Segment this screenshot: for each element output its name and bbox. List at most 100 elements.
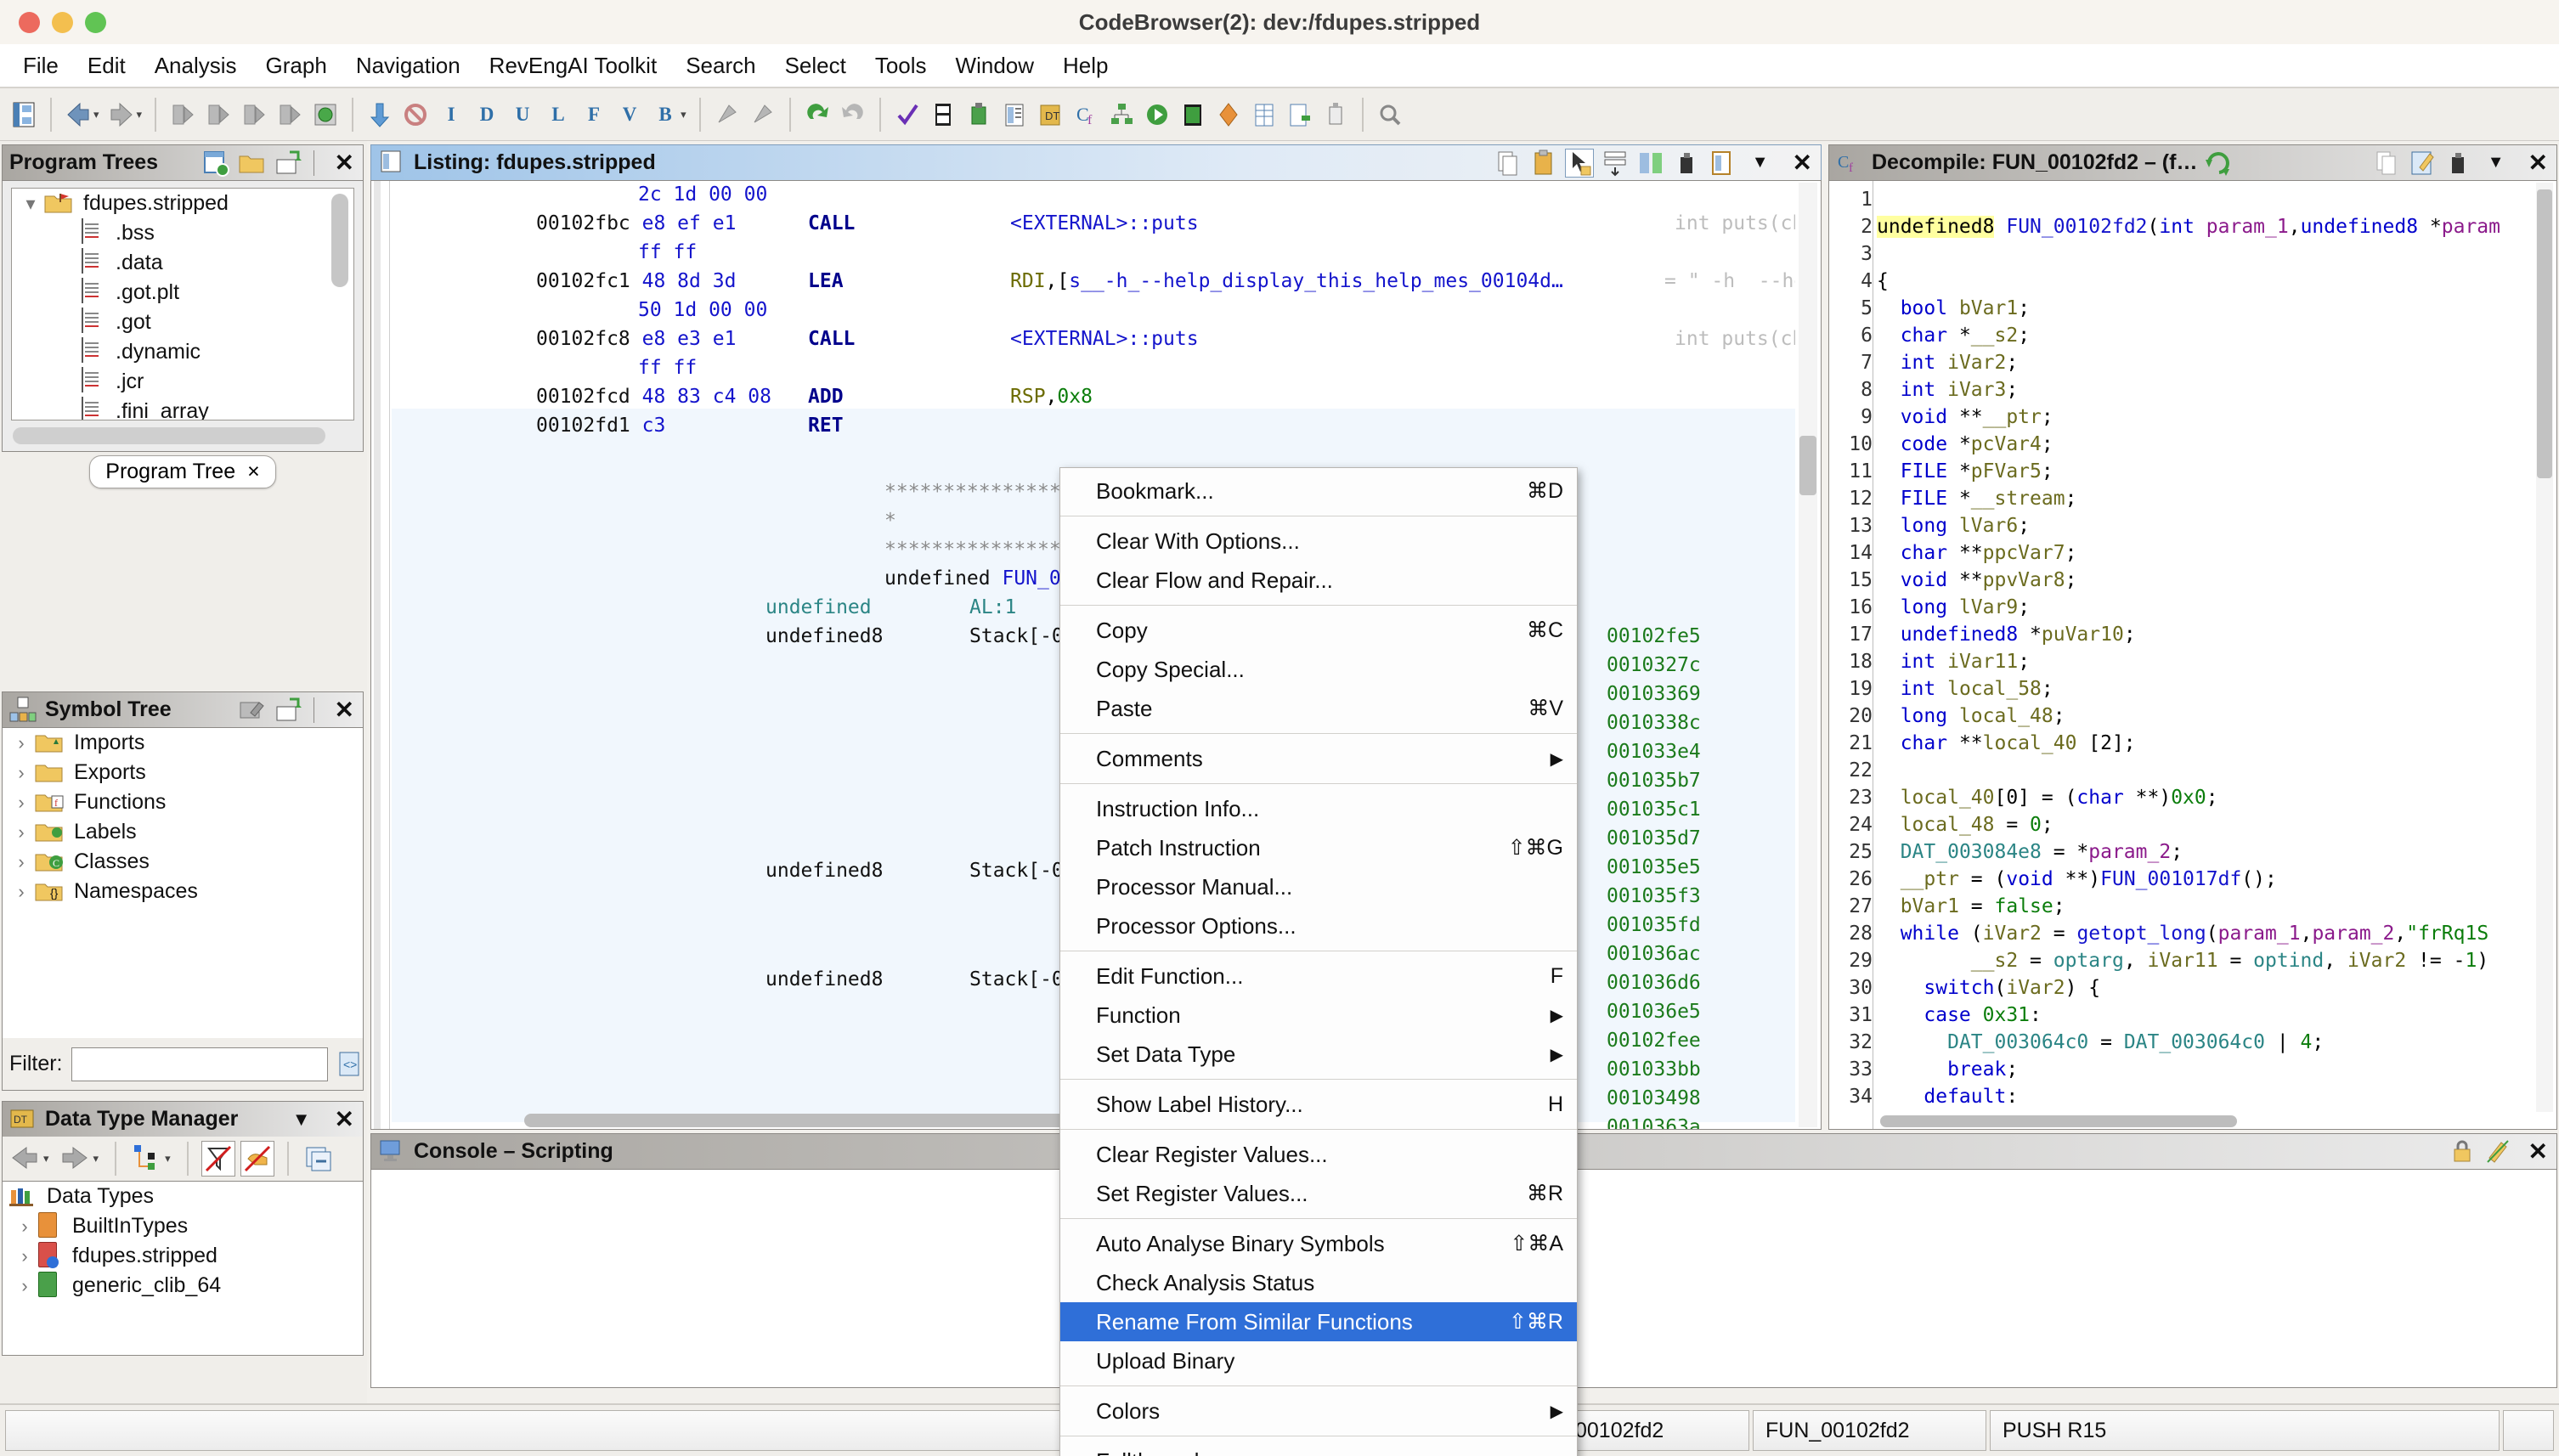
forward-arrow-icon[interactable]: [105, 97, 138, 133]
menu-item-bookmark[interactable]: Bookmark... ⌘D: [1060, 471, 1577, 511]
save-icon[interactable]: [7, 97, 41, 133]
menu-item-upload-binary[interactable]: Upload Binary: [1060, 1341, 1577, 1380]
open-folder-icon[interactable]: [237, 149, 266, 178]
menu-tools[interactable]: Tools: [861, 49, 941, 82]
dtm-item-fdupes-stripped[interactable]: › fdupes.stripped: [3, 1241, 363, 1271]
status-address[interactable]: 00102fd2: [1562, 1410, 1749, 1451]
decompile-hscrollbar[interactable]: [1880, 1115, 2237, 1127]
menu-item-processor-options[interactable]: Processor Options...: [1060, 906, 1577, 945]
undo-icon[interactable]: [800, 97, 834, 133]
close-icon[interactable]: ✕: [326, 696, 363, 724]
decompile-vscroll-thumb[interactable]: [2537, 189, 2552, 478]
collapse-icon[interactable]: [273, 696, 302, 725]
chevron-right-icon[interactable]: ›: [8, 762, 35, 784]
menu-item-copy-special[interactable]: Copy Special...: [1060, 650, 1577, 689]
forward-arrow-icon[interactable]: [58, 1141, 92, 1177]
bytes-icon[interactable]: [926, 97, 960, 133]
listing-vscrollbar[interactable]: [1799, 183, 1817, 1127]
close-icon[interactable]: ✕: [2520, 149, 2556, 177]
snapshot-icon[interactable]: [1672, 149, 1701, 178]
step-over-icon[interactable]: [746, 97, 780, 133]
tree-dropdown-icon[interactable]: ▾: [165, 1152, 171, 1165]
decompile-code[interactable]: undefined8 FUN_00102fd2(int param_1,unde…: [1877, 181, 2534, 1115]
step-into-icon[interactable]: [710, 97, 744, 133]
snapshot-icon[interactable]: [2443, 149, 2472, 178]
layout-icon[interactable]: [1708, 149, 1737, 178]
back-dropdown-icon[interactable]: ▾: [43, 1152, 49, 1165]
menu-item-rename-from-similar-functions[interactable]: Rename From Similar Functions ⇧⌘R: [1060, 1302, 1577, 1341]
export-icon[interactable]: [1283, 97, 1317, 133]
tree-row-jcr[interactable]: .jcr: [12, 366, 353, 397]
layout-dropdown-icon[interactable]: ▼: [1743, 153, 1777, 172]
dropdown-icon[interactable]: ▼: [284, 1109, 319, 1131]
copy-icon[interactable]: [1494, 149, 1522, 178]
redo-icon[interactable]: [836, 97, 870, 133]
menu-item-function[interactable]: Function ▶: [1060, 996, 1577, 1035]
menu-search[interactable]: Search: [671, 49, 770, 82]
symbol-tree-item-classes[interactable]: › C Classes: [3, 847, 363, 877]
table-icon[interactable]: [1247, 97, 1281, 133]
tree-row-gotplt[interactable]: .got.plt: [12, 277, 353, 308]
menu-item-copy[interactable]: Copy ⌘C: [1060, 611, 1577, 650]
decompile-body[interactable]: 1 2 3 4 5 6 7 8 9 10 11 12 13 14 15 16 1…: [1828, 180, 2557, 1130]
menu-select[interactable]: Select: [771, 49, 861, 82]
chevron-right-icon[interactable]: ›: [11, 1245, 38, 1267]
menu-window[interactable]: Window: [941, 49, 1048, 82]
listing-hscrollbar[interactable]: [524, 1114, 1119, 1127]
dtm-item-builtintypes[interactable]: › BuiltInTypes: [3, 1211, 363, 1241]
collapse-icon[interactable]: [273, 149, 302, 178]
paste-icon[interactable]: [1529, 149, 1558, 178]
tab-close-icon[interactable]: ×: [247, 460, 260, 484]
back-arrow-icon[interactable]: [8, 1141, 42, 1177]
copy-icon[interactable]: [2372, 149, 2401, 178]
new-tree-icon[interactable]: [201, 149, 230, 178]
diff-icon[interactable]: [1212, 97, 1246, 133]
menu-item-set-register-values[interactable]: Set Register Values... ⌘R: [1060, 1174, 1577, 1213]
tree-row-dynamic[interactable]: .dynamic: [12, 336, 353, 367]
snapshot-icon[interactable]: [962, 97, 996, 133]
program-tree-view[interactable]: ▾ fdupes.stripped .bss .data .got.plt .g…: [11, 188, 354, 420]
menu-analysis[interactable]: Analysis: [140, 49, 251, 82]
filter-off-icon[interactable]: [201, 1141, 235, 1177]
chevron-right-icon[interactable]: ›: [11, 1216, 38, 1238]
forward-dropdown-icon[interactable]: ▾: [93, 1152, 99, 1165]
menu-item-clear-flow-and-repair[interactable]: Clear Flow and Repair...: [1060, 561, 1577, 600]
menu-item-fallthrough[interactable]: Fallthrough ▶: [1060, 1442, 1577, 1456]
cursor-icon[interactable]: [1564, 148, 1594, 178]
dropdown-icon[interactable]: ▼: [2479, 153, 2513, 172]
listing-icon[interactable]: [997, 97, 1031, 133]
previous-instruction-icon[interactable]: [201, 97, 235, 133]
pointer-off-icon[interactable]: [240, 1141, 274, 1177]
symbol-tree-item-exports[interactable]: › Exports: [3, 758, 363, 787]
lock-icon[interactable]: [2449, 1137, 2477, 1166]
diff-icon[interactable]: [1636, 149, 1665, 178]
program-tree-vscrollbar[interactable]: [331, 194, 348, 287]
search-memory-icon[interactable]: [1373, 97, 1407, 133]
program-tree-hscrollbar[interactable]: [13, 427, 325, 444]
dtm-root[interactable]: Data Types: [3, 1182, 363, 1211]
datatype-icon[interactable]: DT: [1033, 97, 1067, 133]
filter-options-icon[interactable]: <>: [336, 1050, 365, 1079]
dtm-item-generic-clib-64[interactable]: › generic_clib_64: [3, 1271, 363, 1301]
next-data-icon[interactable]: [237, 97, 271, 133]
menu-item-instruction-info[interactable]: Instruction Info...: [1060, 789, 1577, 828]
chevron-right-icon[interactable]: ›: [8, 792, 35, 814]
tree-row-finiarray[interactable]: .fini_array: [12, 396, 353, 420]
chevron-down-icon[interactable]: ▾: [17, 193, 44, 215]
menu-item-comments[interactable]: Comments ▶: [1060, 739, 1577, 778]
script-icon[interactable]: [1319, 97, 1353, 133]
collapse-all-icon[interactable]: [302, 1141, 336, 1177]
close-icon[interactable]: ✕: [2520, 1137, 2556, 1165]
tree-row-bss[interactable]: .bss: [12, 217, 353, 248]
menu-item-paste[interactable]: Paste ⌘V: [1060, 689, 1577, 728]
close-icon[interactable]: ✕: [326, 149, 363, 177]
symbol-tree-body[interactable]: › Imports › Exports › f Functions › Labe…: [2, 727, 364, 1050]
chevron-right-icon[interactable]: ›: [8, 732, 35, 754]
menu-item-check-analysis-status[interactable]: Check Analysis Status: [1060, 1263, 1577, 1302]
edit-icon[interactable]: [2408, 149, 2437, 178]
symbol-tree-item-functions[interactable]: › f Functions: [3, 787, 363, 817]
menu-item-clear-register-values[interactable]: Clear Register Values...: [1060, 1135, 1577, 1174]
rename-icon[interactable]: [237, 696, 266, 725]
menu-item-show-label-history[interactable]: Show Label History... H: [1060, 1085, 1577, 1124]
menu-revengai-toolkit[interactable]: RevEngAI Toolkit: [475, 49, 672, 82]
